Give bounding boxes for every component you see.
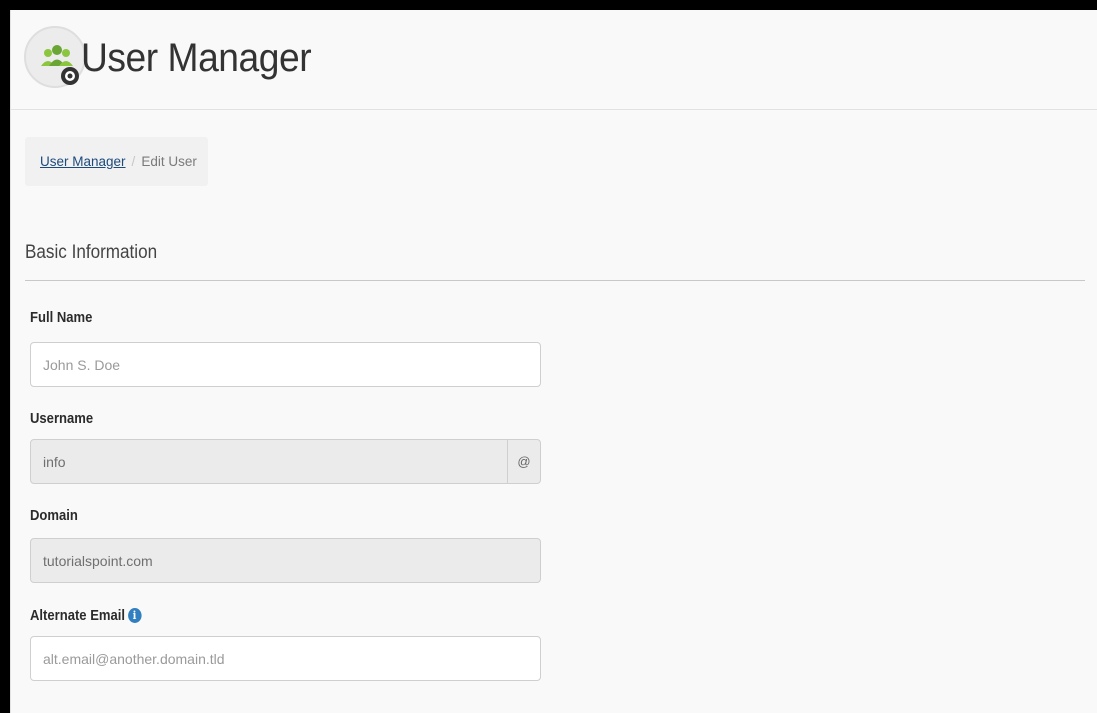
- user-manager-icon: [24, 26, 86, 88]
- username-label: Username: [30, 411, 94, 427]
- section-title: Basic Information: [25, 242, 158, 263]
- domain-label: Domain: [30, 508, 78, 524]
- username-input-group: @: [30, 439, 541, 484]
- breadcrumb-user-manager-link[interactable]: User Manager: [40, 154, 126, 169]
- section-divider: [25, 280, 1085, 281]
- info-icon[interactable]: i: [127, 608, 142, 623]
- at-sign-addon: @: [507, 439, 541, 484]
- domain-input[interactable]: [30, 538, 541, 583]
- page-header: User Manager: [11, 10, 1097, 110]
- breadcrumb-current: Edit User: [141, 154, 197, 169]
- full-name-input[interactable]: [30, 342, 541, 387]
- breadcrumb: User Manager / Edit User: [25, 137, 208, 186]
- full-name-label: Full Name: [30, 310, 93, 326]
- breadcrumb-separator: /: [131, 154, 136, 169]
- page-frame: User Manager User Manager / Edit User Basi…: [10, 10, 1097, 713]
- alternate-email-input[interactable]: [30, 636, 541, 681]
- alternate-email-label: Alternate Email i: [30, 608, 142, 624]
- username-input[interactable]: [30, 439, 508, 484]
- alternate-email-label-text: Alternate Email: [30, 608, 126, 624]
- page-title: User Manager: [81, 36, 312, 80]
